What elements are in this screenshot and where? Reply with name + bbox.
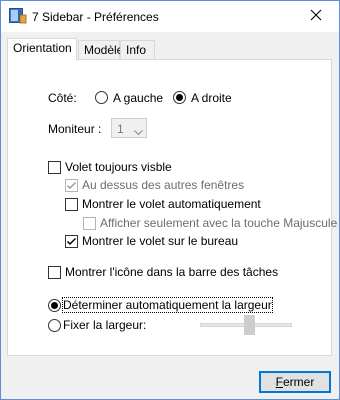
side-left-radio[interactable] [95,91,108,104]
close-icon [310,9,322,24]
side-right-label[interactable]: A droite [191,91,232,105]
tab-modele-label: Modèle [84,43,124,57]
auto-show-checkbox[interactable] [65,198,78,211]
taskbar-icon-label[interactable]: Montrer l'icône dans la barre des tâches [65,265,278,279]
taskbar-icon-checkbox[interactable] [48,266,61,279]
checkmark-icon [66,237,77,246]
monitor-select[interactable]: 1 [111,118,147,138]
chevron-down-icon [134,125,143,139]
tab-info-label: Info [126,43,147,57]
window-close-button[interactable] [293,1,339,32]
checkmark-icon [66,181,77,190]
close-button-mnemonic: F [275,375,283,389]
auto-show-label[interactable]: Montrer le volet automatiquement [82,197,261,211]
always-visible-checkbox[interactable] [48,161,61,174]
above-windows-checkbox[interactable] [65,179,78,192]
show-on-desktop-label[interactable]: Montrer le volet sur le bureau [82,234,238,248]
monitor-label: Moniteur : [48,122,102,136]
fixed-width-label[interactable]: Fixer la largeur: [63,318,146,332]
side-right-radio[interactable] [173,91,186,104]
tab-modele[interactable]: Modèle [78,40,124,60]
fixed-width-radio[interactable] [48,319,61,332]
show-on-desktop-checkbox[interactable] [65,235,78,248]
title-bar: 7 Sidebar - Préférences [1,1,339,32]
auto-width-radio[interactable] [48,299,61,312]
preferences-window: 7 Sidebar - Préférences Orientation Modè… [0,0,340,400]
window-title: 7 Sidebar - Préférences [32,10,159,24]
close-button[interactable]: Fermer [259,371,331,393]
side-left-label[interactable]: A gauche [113,91,163,105]
shift-only-label: Afficher seulement avec la touche Majusc… [100,216,338,230]
monitor-value: 1 [117,122,124,136]
tab-info[interactable]: Info [120,40,155,60]
width-slider-thumb[interactable] [244,315,255,335]
tab-orientation[interactable]: Orientation [7,38,77,61]
shift-only-checkbox[interactable] [83,217,96,230]
side-label: Côté: [48,91,77,105]
auto-width-label[interactable]: Déterminer automatiquement la largeur [62,297,273,313]
close-button-label: ermer [283,375,315,389]
above-windows-label: Au dessus des autres fenêtres [82,178,245,192]
tab-orientation-label: Orientation [13,41,72,55]
always-visible-label[interactable]: Volet toujours visble [65,160,172,174]
sidebar-app-icon [9,8,27,24]
